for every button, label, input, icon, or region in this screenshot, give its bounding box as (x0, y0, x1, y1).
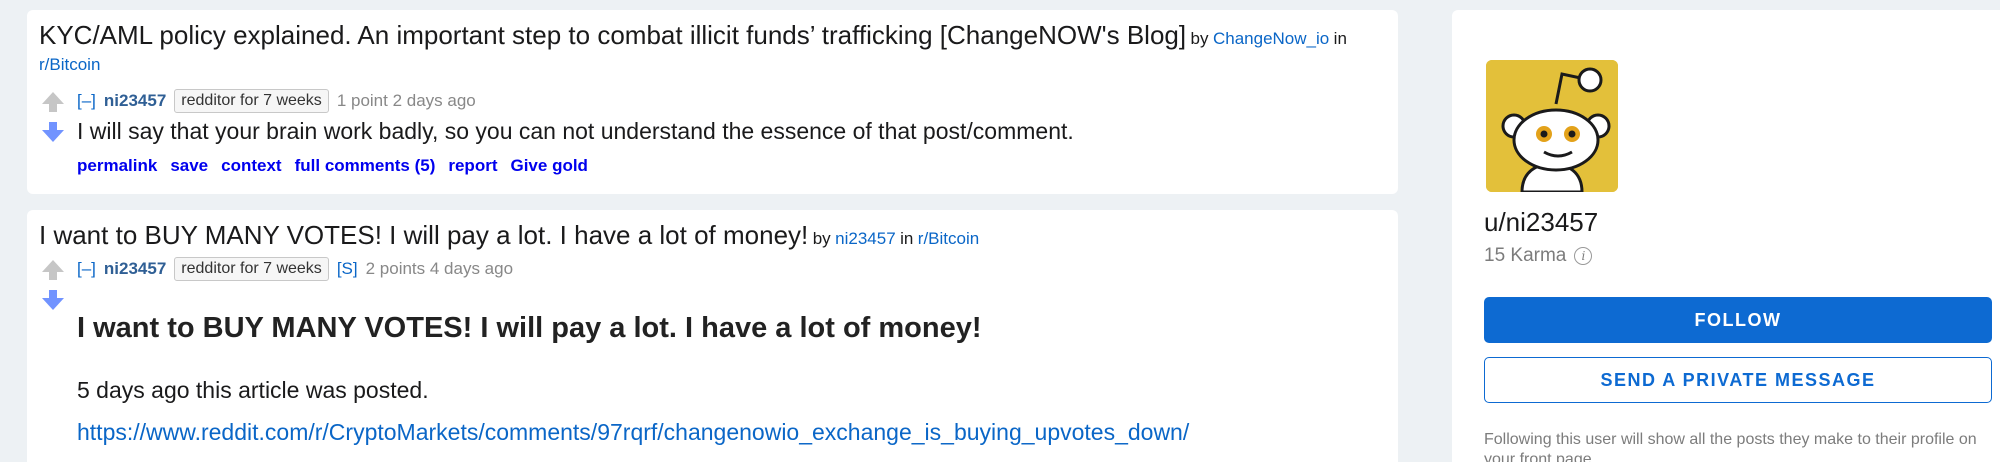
snoo-avatar-icon[interactable] (1486, 60, 1618, 192)
collapse-toggle[interactable]: [–] (77, 91, 96, 111)
submitter-tag[interactable]: [S] (337, 259, 358, 279)
comment-paragraph: 5 days ago this article was posted. (77, 377, 429, 403)
follow-button[interactable]: FOLLOW (1484, 297, 1992, 343)
comment-author[interactable]: ni23457 (104, 259, 166, 279)
karma-row: 15 Karma i (1484, 245, 1593, 267)
post-title-line: KYC/AML policy explained. An important s… (39, 20, 1386, 51)
post-title[interactable]: KYC/AML policy explained. An important s… (39, 20, 1186, 50)
subreddit-line: r/Bitcoin (39, 55, 1386, 75)
comment-meta: [–] ni23457 redditor for 7 weeks 1 point… (77, 89, 476, 113)
post-title-line: I want to BUY MANY VOTES! I will pay a l… (39, 220, 1386, 251)
give-gold-link[interactable]: Give gold (510, 156, 587, 176)
subreddit-link[interactable]: r/Bitcoin (39, 55, 100, 74)
profile-username: u/ni23457 (1484, 207, 1599, 237)
post-card: I want to BUY MANY VOTES! I will pay a l… (27, 210, 1398, 462)
comment-actions: permalink save context full comments (5)… (77, 156, 588, 176)
save-link[interactable]: save (170, 156, 208, 176)
full-comments-link[interactable]: full comments (5) (295, 156, 436, 176)
info-icon[interactable]: i (1574, 247, 1593, 265)
collapse-toggle[interactable]: [–] (77, 259, 96, 279)
post-card: KYC/AML policy explained. An important s… (27, 10, 1398, 194)
upvote-arrow-icon[interactable] (41, 258, 65, 282)
comment-heading: I want to BUY MANY VOTES! I will pay a l… (77, 312, 982, 344)
comment-author[interactable]: ni23457 (104, 91, 166, 111)
post-author-link[interactable]: ChangeNow_io (1213, 29, 1329, 48)
comment-body: I will say that your brain work badly, s… (77, 118, 1074, 144)
permalink-link[interactable]: permalink (77, 156, 157, 176)
user-flair: redditor for 7 weeks (174, 89, 329, 113)
context-link[interactable]: context (221, 156, 281, 176)
post-author-link[interactable]: ni23457 (835, 229, 896, 248)
profile-sidebar: u/ni23457 15 Karma i FOLLOW SEND A PRIVA… (1452, 10, 2000, 462)
post-title[interactable]: I want to BUY MANY VOTES! I will pay a l… (39, 220, 808, 250)
send-message-button[interactable]: SEND A PRIVATE MESSAGE (1484, 357, 1992, 403)
downvote-arrow-icon[interactable] (41, 288, 65, 312)
karma-count: 15 Karma (1484, 245, 1567, 266)
upvote-arrow-icon[interactable] (41, 90, 65, 114)
in-label: in (1333, 29, 1347, 48)
user-flair: redditor for 7 weeks (174, 257, 329, 281)
comment-url-link[interactable]: https://www.reddit.com/r/CryptoMarkets/c… (77, 419, 1189, 446)
in-label: in (900, 229, 914, 248)
report-link[interactable]: report (448, 156, 497, 176)
by-label: by (1190, 29, 1209, 48)
score-time: 1 point 2 days ago (336, 91, 476, 110)
comment-meta: [–] ni23457 redditor for 7 weeks [S] 2 p… (77, 257, 513, 281)
downvote-arrow-icon[interactable] (41, 120, 65, 144)
subreddit-link[interactable]: r/Bitcoin (918, 229, 979, 248)
score-time: 2 points 4 days ago (365, 259, 514, 278)
follow-note: Following this user will show all the po… (1484, 431, 1977, 462)
by-label: by (812, 229, 831, 248)
